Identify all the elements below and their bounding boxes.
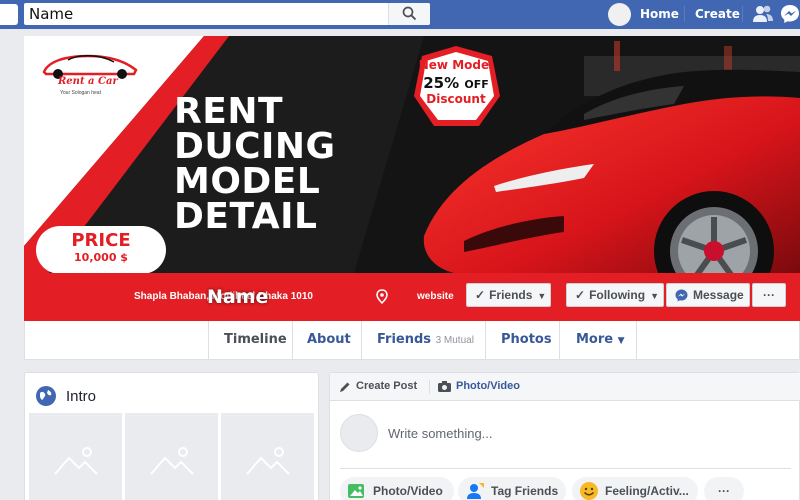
feeling-activity-button[interactable]: Feeling/Activ... xyxy=(572,477,698,500)
headline-line: MODEL xyxy=(174,161,321,202)
photo-video-tab[interactable]: Photo/Video xyxy=(456,380,520,392)
tab-about[interactable]: About xyxy=(307,321,351,359)
image-placeholder-icon xyxy=(54,447,98,475)
tab-friends-label: Friends xyxy=(377,332,432,347)
rent-a-car-logo: Rent a Car Your Sologan heat xyxy=(38,50,143,102)
image-placeholder-icon xyxy=(246,447,290,475)
price-label: PRICE xyxy=(71,230,131,251)
tab-divider xyxy=(559,321,560,359)
price-badge: PRICE 10,000 $ xyxy=(36,226,166,274)
message-button[interactable]: Message xyxy=(666,283,750,307)
photo-icon xyxy=(348,484,364,498)
messenger-icon[interactable] xyxy=(780,4,800,24)
divider xyxy=(684,6,685,22)
tab-divider xyxy=(485,321,486,359)
post-text-input[interactable]: Write something... xyxy=(388,426,493,441)
divider xyxy=(429,380,430,394)
create-link[interactable]: Create xyxy=(695,7,740,21)
search-icon xyxy=(402,6,417,21)
headline-line: DUCING xyxy=(174,126,336,167)
caret-down-icon: ▼ xyxy=(537,291,547,301)
message-button-label: Message xyxy=(693,288,744,302)
location-pin-icon xyxy=(376,289,388,304)
tab-divider xyxy=(208,321,209,359)
profile-tabs: Timeline About Friends 3 Mutual Photos M… xyxy=(24,321,800,360)
following-button-label: Following xyxy=(589,288,646,302)
more-actions-button[interactable]: ··· xyxy=(704,477,744,500)
smiley-icon xyxy=(580,482,598,500)
tab-timeline[interactable]: Timeline xyxy=(224,321,287,359)
headline-line: RENT xyxy=(174,91,283,132)
top-navigation-bar: Name Home Create xyxy=(0,0,800,29)
facebook-logo[interactable] xyxy=(0,4,18,25)
tag-friends-icon xyxy=(467,483,484,499)
brand-name: Rent a Car xyxy=(58,76,118,87)
tag-friends-label: Tag Friends xyxy=(491,484,559,498)
profile-avatar[interactable] xyxy=(608,3,631,26)
tab-more-label: More xyxy=(576,332,614,347)
tab-photos[interactable]: Photos xyxy=(501,321,552,359)
photo-placeholder[interactable] xyxy=(29,413,122,500)
home-link[interactable]: Home xyxy=(640,7,679,21)
photo-video-label: Photo/Video xyxy=(373,484,443,498)
divider xyxy=(742,6,743,22)
promo-percent: 25% xyxy=(423,74,460,92)
friends-button-label: Friends xyxy=(489,288,533,302)
composer-avatar xyxy=(340,414,378,452)
promo-off: OFF xyxy=(464,78,489,91)
promo-discount: 25% OFF xyxy=(414,74,498,92)
caret-down-icon: ▼ xyxy=(650,291,659,301)
intro-card: Intro xyxy=(24,372,319,500)
cover-photo[interactable]: Rent a Car Your Sologan heat RENT DUCING… xyxy=(24,36,800,321)
photo-video-button[interactable]: Photo/Video xyxy=(340,477,454,500)
divider xyxy=(340,468,791,469)
search-button[interactable] xyxy=(388,3,430,25)
friends-icon[interactable] xyxy=(752,4,774,24)
tag-friends-button[interactable]: Tag Friends xyxy=(458,477,566,500)
search-input[interactable]: Name xyxy=(29,5,73,23)
promo-subtitle: Discount xyxy=(426,92,486,106)
promo-title: New Model xyxy=(418,58,494,72)
page-name[interactable]: Name xyxy=(207,286,268,308)
globe-icon xyxy=(36,386,56,406)
messenger-icon xyxy=(675,289,688,302)
tab-divider xyxy=(636,321,637,359)
camera-icon xyxy=(438,381,451,392)
feeling-activity-label: Feeling/Activ... xyxy=(605,484,689,498)
create-post-tab[interactable]: Create Post xyxy=(356,380,417,392)
more-dots-icon: ··· xyxy=(718,484,730,498)
intro-title: Intro xyxy=(66,388,97,405)
check-icon: ✓ xyxy=(575,288,586,302)
brand-slogan: Your Sologan heat xyxy=(60,90,101,96)
search-box[interactable]: Name xyxy=(24,3,430,25)
caret-down-icon: ▼ xyxy=(617,336,625,346)
photo-placeholder[interactable] xyxy=(221,413,314,500)
cover-headline: RENT DUCING MODEL DETAIL xyxy=(174,91,336,237)
tab-more[interactable]: More ▼ xyxy=(576,321,625,359)
more-options-button[interactable]: ··· xyxy=(752,283,786,307)
tab-friends[interactable]: Friends 3 Mutual xyxy=(377,321,474,359)
friends-button[interactable]: ✓ Friends ▼ xyxy=(466,283,551,307)
headline-line: DETAIL xyxy=(174,196,318,237)
tab-divider xyxy=(361,321,362,359)
check-icon: ✓ xyxy=(475,288,486,302)
composer-header: Create Post Photo/Video xyxy=(330,373,800,401)
pencil-icon xyxy=(340,382,350,392)
photo-placeholder[interactable] xyxy=(125,413,218,500)
price-value: 10,000 $ xyxy=(74,251,128,264)
following-button[interactable]: ✓ Following ▼ xyxy=(566,283,664,307)
more-dots-icon: ··· xyxy=(763,288,775,302)
mutual-friends-count: 3 Mutual xyxy=(435,335,474,346)
tab-divider xyxy=(292,321,293,359)
post-composer: Create Post Photo/Video Write something.… xyxy=(329,372,800,500)
image-placeholder-icon xyxy=(150,447,194,475)
website-text: website xyxy=(417,291,454,302)
